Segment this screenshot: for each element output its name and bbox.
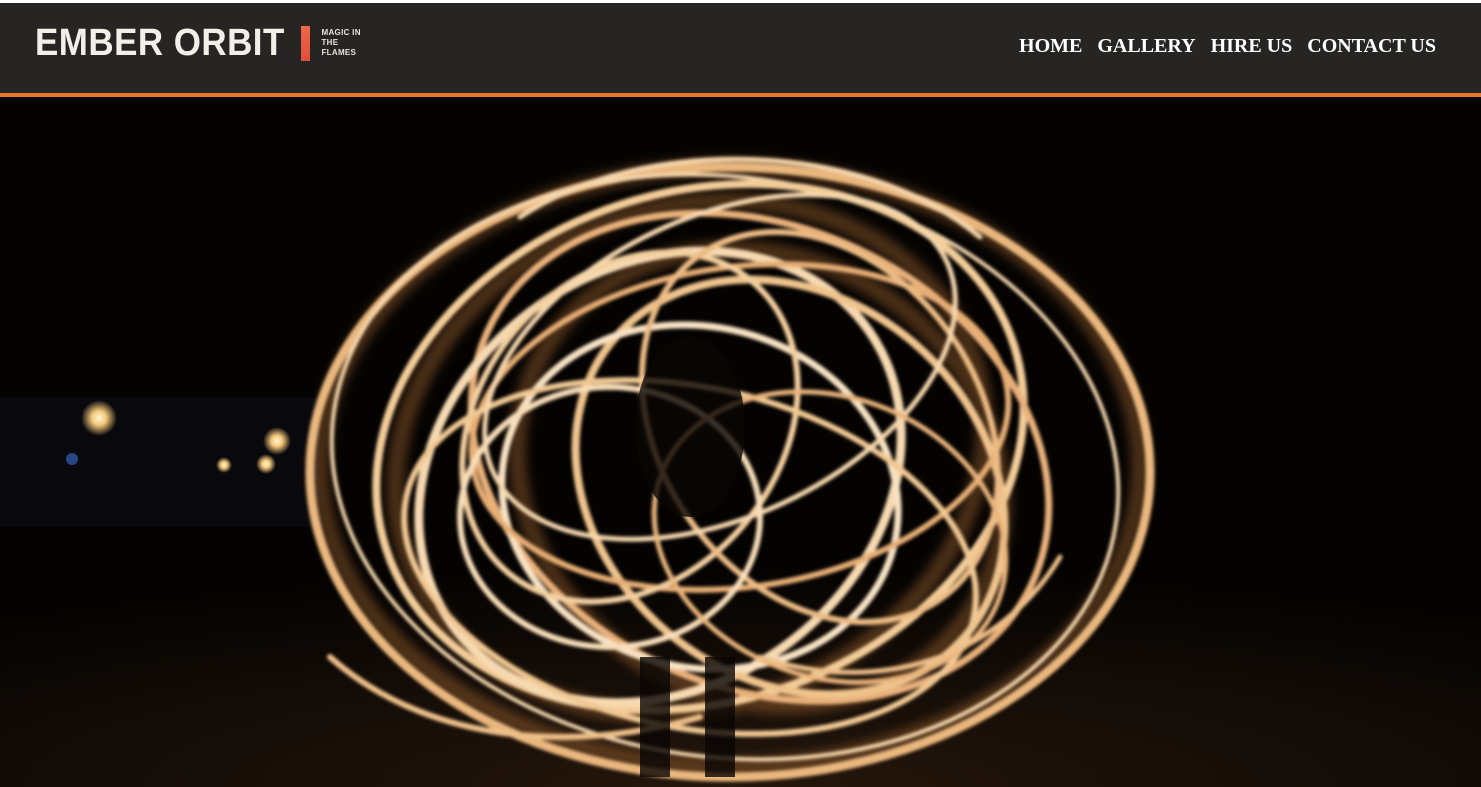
site-logo[interactable]: EMBER ORBIT MAGIC IN THE FLAMES — [35, 21, 370, 65]
nav-contact-us-link[interactable]: CONTACT US — [1307, 33, 1436, 59]
fire-spinning-photo — [0, 97, 1481, 787]
logo-tagline: MAGIC IN THE FLAMES — [321, 28, 361, 57]
logo-accent-bar — [300, 25, 310, 61]
main-nav: HOME GALLERY HIRE US CONTACT US — [1019, 33, 1436, 59]
site-header: EMBER ORBIT MAGIC IN THE FLAMES HOME GAL… — [0, 3, 1481, 97]
logo-name: EMBER ORBIT — [35, 22, 285, 64]
nav-hire-us-link[interactable]: HIRE US — [1211, 33, 1293, 59]
hero-image — [0, 97, 1481, 787]
page: EMBER ORBIT MAGIC IN THE FLAMES HOME GAL… — [0, 0, 1481, 787]
nav-gallery-link[interactable]: GALLERY — [1097, 33, 1195, 59]
nav-home-link[interactable]: HOME — [1019, 33, 1082, 59]
